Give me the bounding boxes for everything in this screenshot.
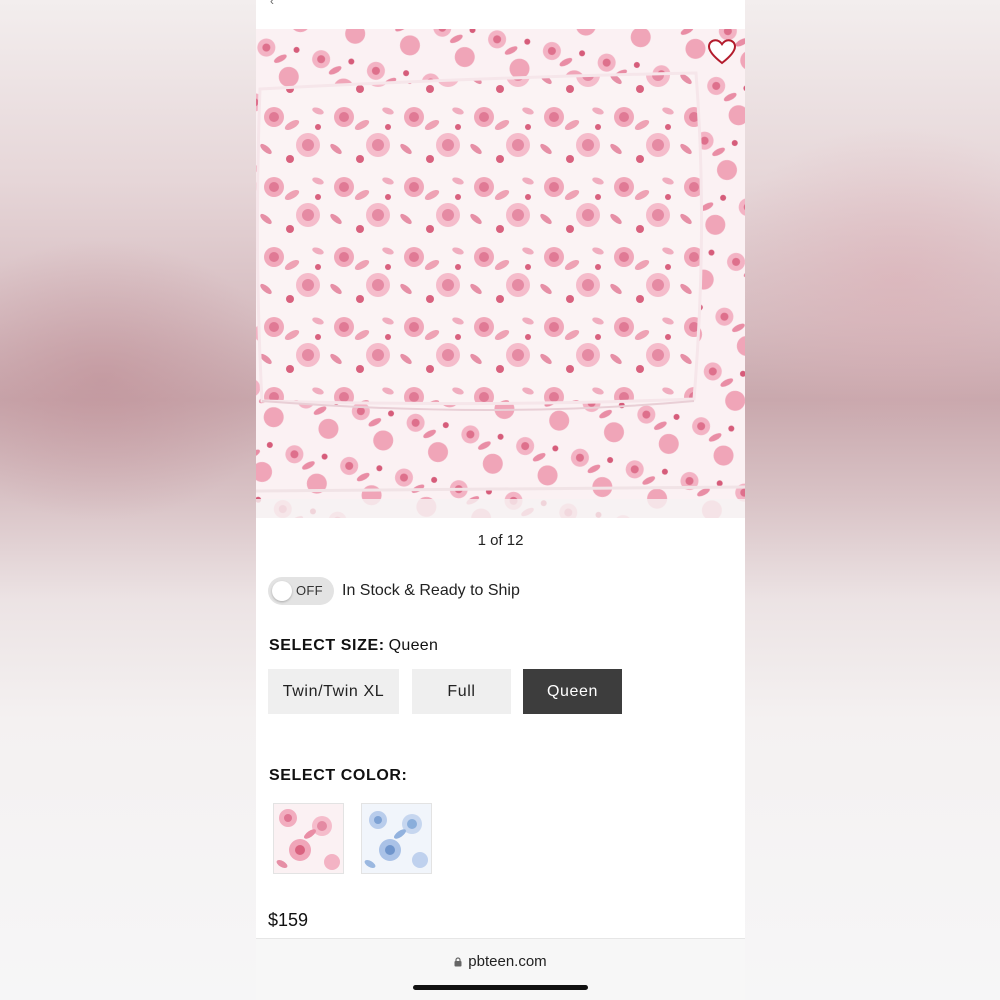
home-indicator[interactable] bbox=[413, 985, 588, 990]
select-size-heading: SELECT SIZE: Queen bbox=[269, 637, 438, 655]
product-price: $159 bbox=[268, 910, 309, 930]
product-image[interactable] bbox=[256, 29, 745, 518]
url-text: pbteen.com bbox=[468, 953, 547, 970]
color-swatch-blue-floral[interactable] bbox=[361, 803, 432, 874]
floral-bedding-image bbox=[256, 29, 745, 518]
favorite-heart-icon[interactable] bbox=[707, 38, 737, 66]
url-display[interactable]: pbteen.com bbox=[256, 953, 745, 970]
size-heading-title: SELECT SIZE: bbox=[269, 637, 385, 654]
in-stock-label: In Stock & Ready to Ship bbox=[342, 582, 520, 599]
blue-floral-swatch-image bbox=[362, 804, 431, 873]
blurred-backdrop-left bbox=[0, 0, 256, 1000]
size-option-twin-twin-xl[interactable]: Twin/Twin XL bbox=[268, 669, 399, 714]
in-stock-toggle[interactable]: OFF bbox=[268, 577, 334, 605]
lock-icon bbox=[454, 957, 462, 967]
toggle-state-label: OFF bbox=[296, 583, 323, 598]
header-strip: ‹ bbox=[256, 0, 745, 29]
browser-url-bar[interactable]: pbteen.com bbox=[256, 938, 745, 1000]
size-option-queen[interactable]: Queen bbox=[523, 669, 622, 714]
back-chevron-icon[interactable]: ‹ bbox=[270, 0, 274, 8]
toggle-knob bbox=[272, 581, 292, 601]
pink-floral-swatch-image bbox=[274, 804, 343, 873]
select-color-heading: SELECT COLOR: bbox=[269, 767, 408, 784]
color-swatch-pink-floral[interactable] bbox=[273, 803, 344, 874]
blurred-backdrop-right bbox=[744, 0, 1000, 1000]
size-option-full[interactable]: Full bbox=[412, 669, 511, 714]
image-counter: 1 of 12 bbox=[477, 532, 524, 549]
size-selected-value: Queen bbox=[388, 637, 439, 654]
product-page: ‹ 1 of 12 OFF In Stock & Ready to Ship S… bbox=[256, 0, 745, 1000]
